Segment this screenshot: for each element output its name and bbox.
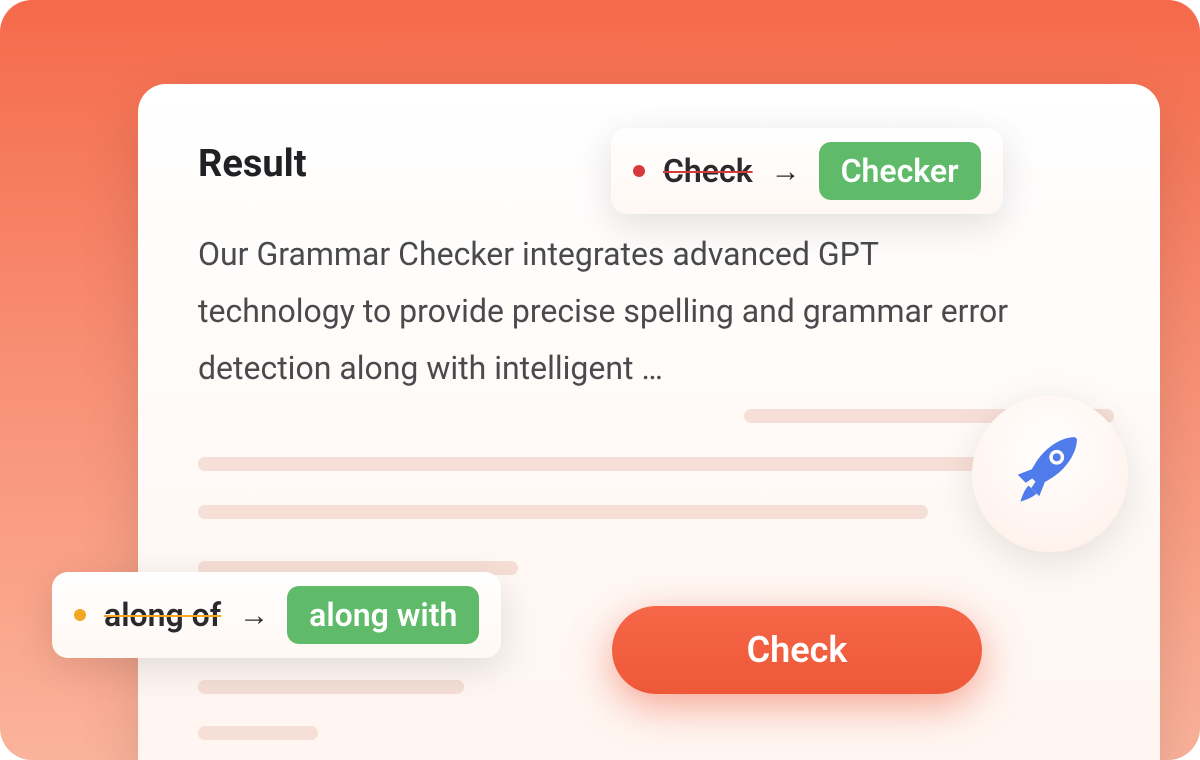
suggestion-replacement: Checker	[819, 142, 981, 200]
skeleton-bar	[198, 680, 464, 694]
check-button[interactable]: Check	[612, 606, 982, 694]
skeleton-bar	[198, 726, 318, 740]
suggestion-original: Check	[663, 152, 753, 190]
rocket-icon	[1007, 429, 1093, 519]
suggestion-pill-along[interactable]: along of → along with	[52, 572, 501, 658]
promo-stage: Result Our Grammar Checker integrates ad…	[0, 0, 1200, 760]
rocket-badge[interactable]	[972, 396, 1128, 552]
severity-dot-icon	[74, 609, 86, 621]
suggestion-pill-check[interactable]: Check → Checker	[611, 128, 1003, 214]
result-body-text: Our Grammar Checker integrates advanced …	[198, 226, 1018, 397]
severity-dot-icon	[633, 165, 645, 177]
check-button-label: Check	[747, 629, 848, 671]
skeleton-bar	[198, 505, 928, 519]
skeleton-bar	[198, 457, 1008, 471]
arrow-right-icon: →	[239, 598, 269, 633]
suggestion-original: along of	[104, 596, 221, 634]
suggestion-replacement: along with	[287, 586, 479, 644]
arrow-right-icon: →	[771, 154, 801, 189]
